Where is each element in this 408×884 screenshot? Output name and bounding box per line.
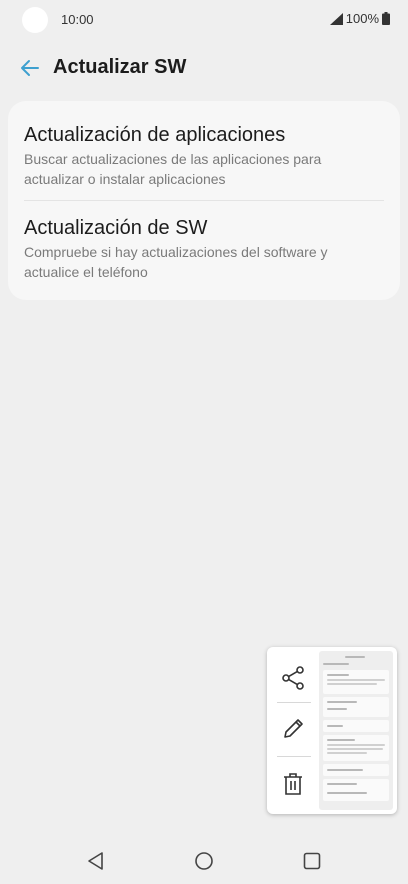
- camera-cutout: [22, 7, 48, 33]
- battery-percent: 100%: [345, 11, 379, 26]
- item-title: Actualización de SW: [24, 217, 208, 239]
- item-title: Actualización de aplicaciones: [24, 124, 286, 146]
- sw-update-item[interactable]: Actualización de SW Compruebe si hay act…: [24, 216, 384, 282]
- status-time: 10:00: [61, 12, 94, 27]
- status-bar: 10:00 100%: [0, 0, 408, 40]
- battery-icon: [382, 12, 390, 25]
- item-description: Compruebe si hay actualizaciones del sof…: [24, 244, 328, 280]
- settings-card: Actualización de aplicaciones Buscar act…: [8, 101, 400, 300]
- screenshot-thumbnail[interactable]: [319, 651, 393, 810]
- navigation-bar: [0, 836, 408, 884]
- delete-icon[interactable]: [279, 770, 307, 798]
- home-icon[interactable]: [193, 850, 215, 872]
- recent-apps-icon[interactable]: [301, 850, 323, 872]
- divider: [24, 200, 384, 201]
- app-updates-item[interactable]: Actualización de aplicaciones Buscar act…: [24, 123, 384, 189]
- divider: [277, 702, 311, 703]
- divider: [277, 756, 311, 757]
- page-title: Actualizar SW: [53, 56, 187, 78]
- arrow-left-icon[interactable]: [18, 56, 42, 80]
- back-icon[interactable]: [85, 850, 107, 872]
- edit-icon[interactable]: [279, 715, 307, 743]
- screenshot-capture-popup: [267, 647, 397, 814]
- status-indicators: 100%: [329, 11, 390, 26]
- share-icon[interactable]: [279, 664, 307, 692]
- item-description: Buscar actualizaciones de las aplicacion…: [24, 151, 322, 187]
- signal-icon: [329, 12, 343, 25]
- app-bar: Actualizar SW: [0, 48, 408, 88]
